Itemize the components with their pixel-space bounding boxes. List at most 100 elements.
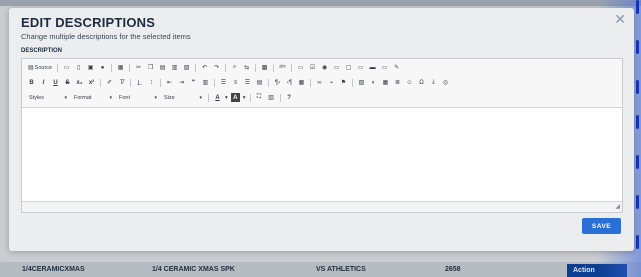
- background-color-icon[interactable]: A: [230, 93, 240, 102]
- edge-mark: [636, 235, 639, 249]
- align-center-icon[interactable]: ≡: [231, 78, 240, 87]
- paste-text-icon[interactable]: ▥: [170, 63, 179, 72]
- size-select-label: Size: [164, 94, 175, 101]
- save-button[interactable]: SAVE: [582, 218, 621, 234]
- outdent-icon[interactable]: ⇤: [165, 78, 174, 87]
- new-page-icon[interactable]: ▯: [74, 63, 83, 72]
- replace-icon[interactable]: ⇆: [242, 63, 251, 72]
- redo-icon[interactable]: ↷: [212, 63, 221, 72]
- div-container-icon[interactable]: ▥: [201, 78, 210, 87]
- edge-mark: [636, 195, 639, 209]
- cut-icon[interactable]: ✂: [134, 63, 143, 72]
- toolbar-row-2: B I U S x₂ x² ✐ T̸ ⒈ ⁝ ⇤ ⇥ ❞ ▥ ☰ ≡ ☰ ▤ ¶…: [27, 77, 450, 88]
- special-char-icon[interactable]: Ω: [417, 78, 426, 87]
- bold-button[interactable]: B: [27, 78, 36, 87]
- anchor-icon[interactable]: ⚑: [339, 78, 348, 87]
- ltr-icon[interactable]: ¶›: [273, 78, 282, 87]
- justify-icon[interactable]: ▤: [255, 78, 264, 87]
- strikethrough-button[interactable]: S: [63, 78, 72, 87]
- text-color-icon[interactable]: A: [213, 93, 222, 102]
- background-top-bar: [0, 0, 641, 6]
- language-icon[interactable]: ▦: [297, 78, 306, 87]
- underline-button[interactable]: U: [51, 78, 60, 87]
- textarea-icon[interactable]: ▢: [344, 63, 353, 72]
- page-break-icon[interactable]: ⤓: [429, 78, 438, 87]
- image-icon[interactable]: ▨: [357, 78, 366, 87]
- link-icon[interactable]: ∞: [315, 78, 324, 87]
- form-icon[interactable]: ▭: [296, 63, 305, 72]
- source-button[interactable]: ▤ Source: [27, 63, 53, 72]
- toolbar-separator: [195, 63, 197, 72]
- background-cell-item: 1/4CERAMICXMAS: [22, 266, 85, 273]
- format-select-label: Format: [74, 94, 92, 101]
- toolbar-separator: [249, 93, 251, 102]
- format-select[interactable]: Format ▾: [72, 93, 114, 102]
- select-field-icon[interactable]: ▭: [356, 63, 365, 72]
- maximize-icon[interactable]: ⛶: [255, 93, 264, 102]
- indent-icon[interactable]: ⇥: [177, 78, 186, 87]
- edge-mark: [636, 80, 639, 94]
- save-icon[interactable]: ▭: [62, 63, 71, 72]
- paste-word-icon[interactable]: ▧: [182, 63, 191, 72]
- horizontal-rule-icon[interactable]: ≣: [393, 78, 402, 87]
- toolbar-separator: [273, 63, 275, 72]
- help-button[interactable]: ?: [285, 93, 294, 102]
- blockquote-icon[interactable]: ❞: [189, 78, 198, 87]
- size-select[interactable]: Size ▾: [162, 93, 204, 102]
- superscript-button[interactable]: x²: [87, 78, 96, 87]
- chevron-down-icon: ▾: [154, 94, 157, 101]
- background-table-row: 1/4CERAMICXMAS 1/4 CERAMIC XMAS SPK VS A…: [0, 262, 641, 277]
- textfield-icon[interactable]: ▭: [332, 63, 341, 72]
- smiley-icon[interactable]: ☺: [405, 78, 414, 87]
- copy-icon[interactable]: ❐: [146, 63, 155, 72]
- toolbar-separator: [57, 63, 59, 72]
- chevron-down-icon: ▾: [109, 94, 112, 101]
- print-icon[interactable]: ●: [98, 63, 107, 72]
- chevron-down-icon: ▾: [242, 94, 246, 101]
- bulleted-list-icon[interactable]: ⁝: [147, 78, 156, 87]
- toolbar-separator: [291, 63, 293, 72]
- toolbar-row-1: ▤ Source ▭ ▯ ▣ ● ▦ ✂ ❐ ▤ ▥ ▧ ↶ ↷ ⌕ ⇆ ▩ ᵃ…: [27, 62, 401, 73]
- background-cell-number: 2658: [445, 266, 461, 273]
- hidden-field-icon[interactable]: ✎: [392, 63, 401, 72]
- align-left-icon[interactable]: ☰: [219, 78, 228, 87]
- image-button-icon[interactable]: ▭: [380, 63, 389, 72]
- toolbar-separator: [352, 78, 353, 87]
- resize-handle-icon[interactable]: ◢: [615, 203, 620, 210]
- show-blocks-icon[interactable]: ▥: [267, 93, 276, 102]
- font-select-label: Font: [119, 94, 131, 101]
- editor-toolbar: ▤ Source ▭ ▯ ▣ ● ▦ ✂ ❐ ▤ ▥ ▧ ↶ ↷ ⌕ ⇆ ▩ ᵃ…: [22, 59, 622, 108]
- subscript-button[interactable]: x₂: [75, 78, 84, 87]
- radio-icon[interactable]: ◉: [320, 63, 329, 72]
- copy-format-icon[interactable]: ✐: [105, 78, 114, 87]
- toolbar-separator: [279, 93, 281, 102]
- styles-select[interactable]: Styles ▾: [27, 93, 69, 102]
- toolbar-row-3: Styles ▾ Format ▾ Font ▾ Size ▾ A ▾ A ▾ …: [27, 92, 294, 103]
- button-field-icon[interactable]: ▬: [368, 63, 377, 72]
- numbered-list-icon[interactable]: ⒈: [135, 78, 144, 87]
- preview-icon[interactable]: ▣: [86, 63, 95, 72]
- find-icon[interactable]: ⌕: [230, 63, 239, 72]
- select-all-icon[interactable]: ▩: [260, 63, 269, 72]
- checkbox-icon[interactable]: ☑: [308, 63, 317, 72]
- remove-format-icon[interactable]: T̸: [117, 78, 126, 87]
- spellcheck-icon[interactable]: ᵃᵇᶜ: [278, 63, 287, 72]
- toolbar-separator: [129, 63, 131, 72]
- templates-icon[interactable]: ▦: [116, 63, 125, 72]
- chevron-down-icon: ▾: [199, 94, 202, 101]
- font-select[interactable]: Font ▾: [117, 93, 159, 102]
- edge-mark: [636, 0, 639, 14]
- toolbar-separator: [208, 93, 209, 102]
- rtl-icon[interactable]: ‹¶: [285, 78, 294, 87]
- undo-icon[interactable]: ↶: [200, 63, 209, 72]
- italic-button[interactable]: I: [39, 78, 48, 87]
- close-icon[interactable]: ✕: [614, 11, 626, 28]
- flash-icon[interactable]: ◐: [369, 78, 378, 87]
- paste-icon[interactable]: ▤: [158, 63, 167, 72]
- align-right-icon[interactable]: ☰: [243, 78, 252, 87]
- unlink-icon[interactable]: ⌁: [327, 78, 336, 87]
- description-content-area[interactable]: [22, 108, 622, 200]
- iframe-icon[interactable]: ◎: [441, 78, 450, 87]
- table-icon[interactable]: ▦: [381, 78, 390, 87]
- chevron-down-icon: ▾: [225, 94, 228, 101]
